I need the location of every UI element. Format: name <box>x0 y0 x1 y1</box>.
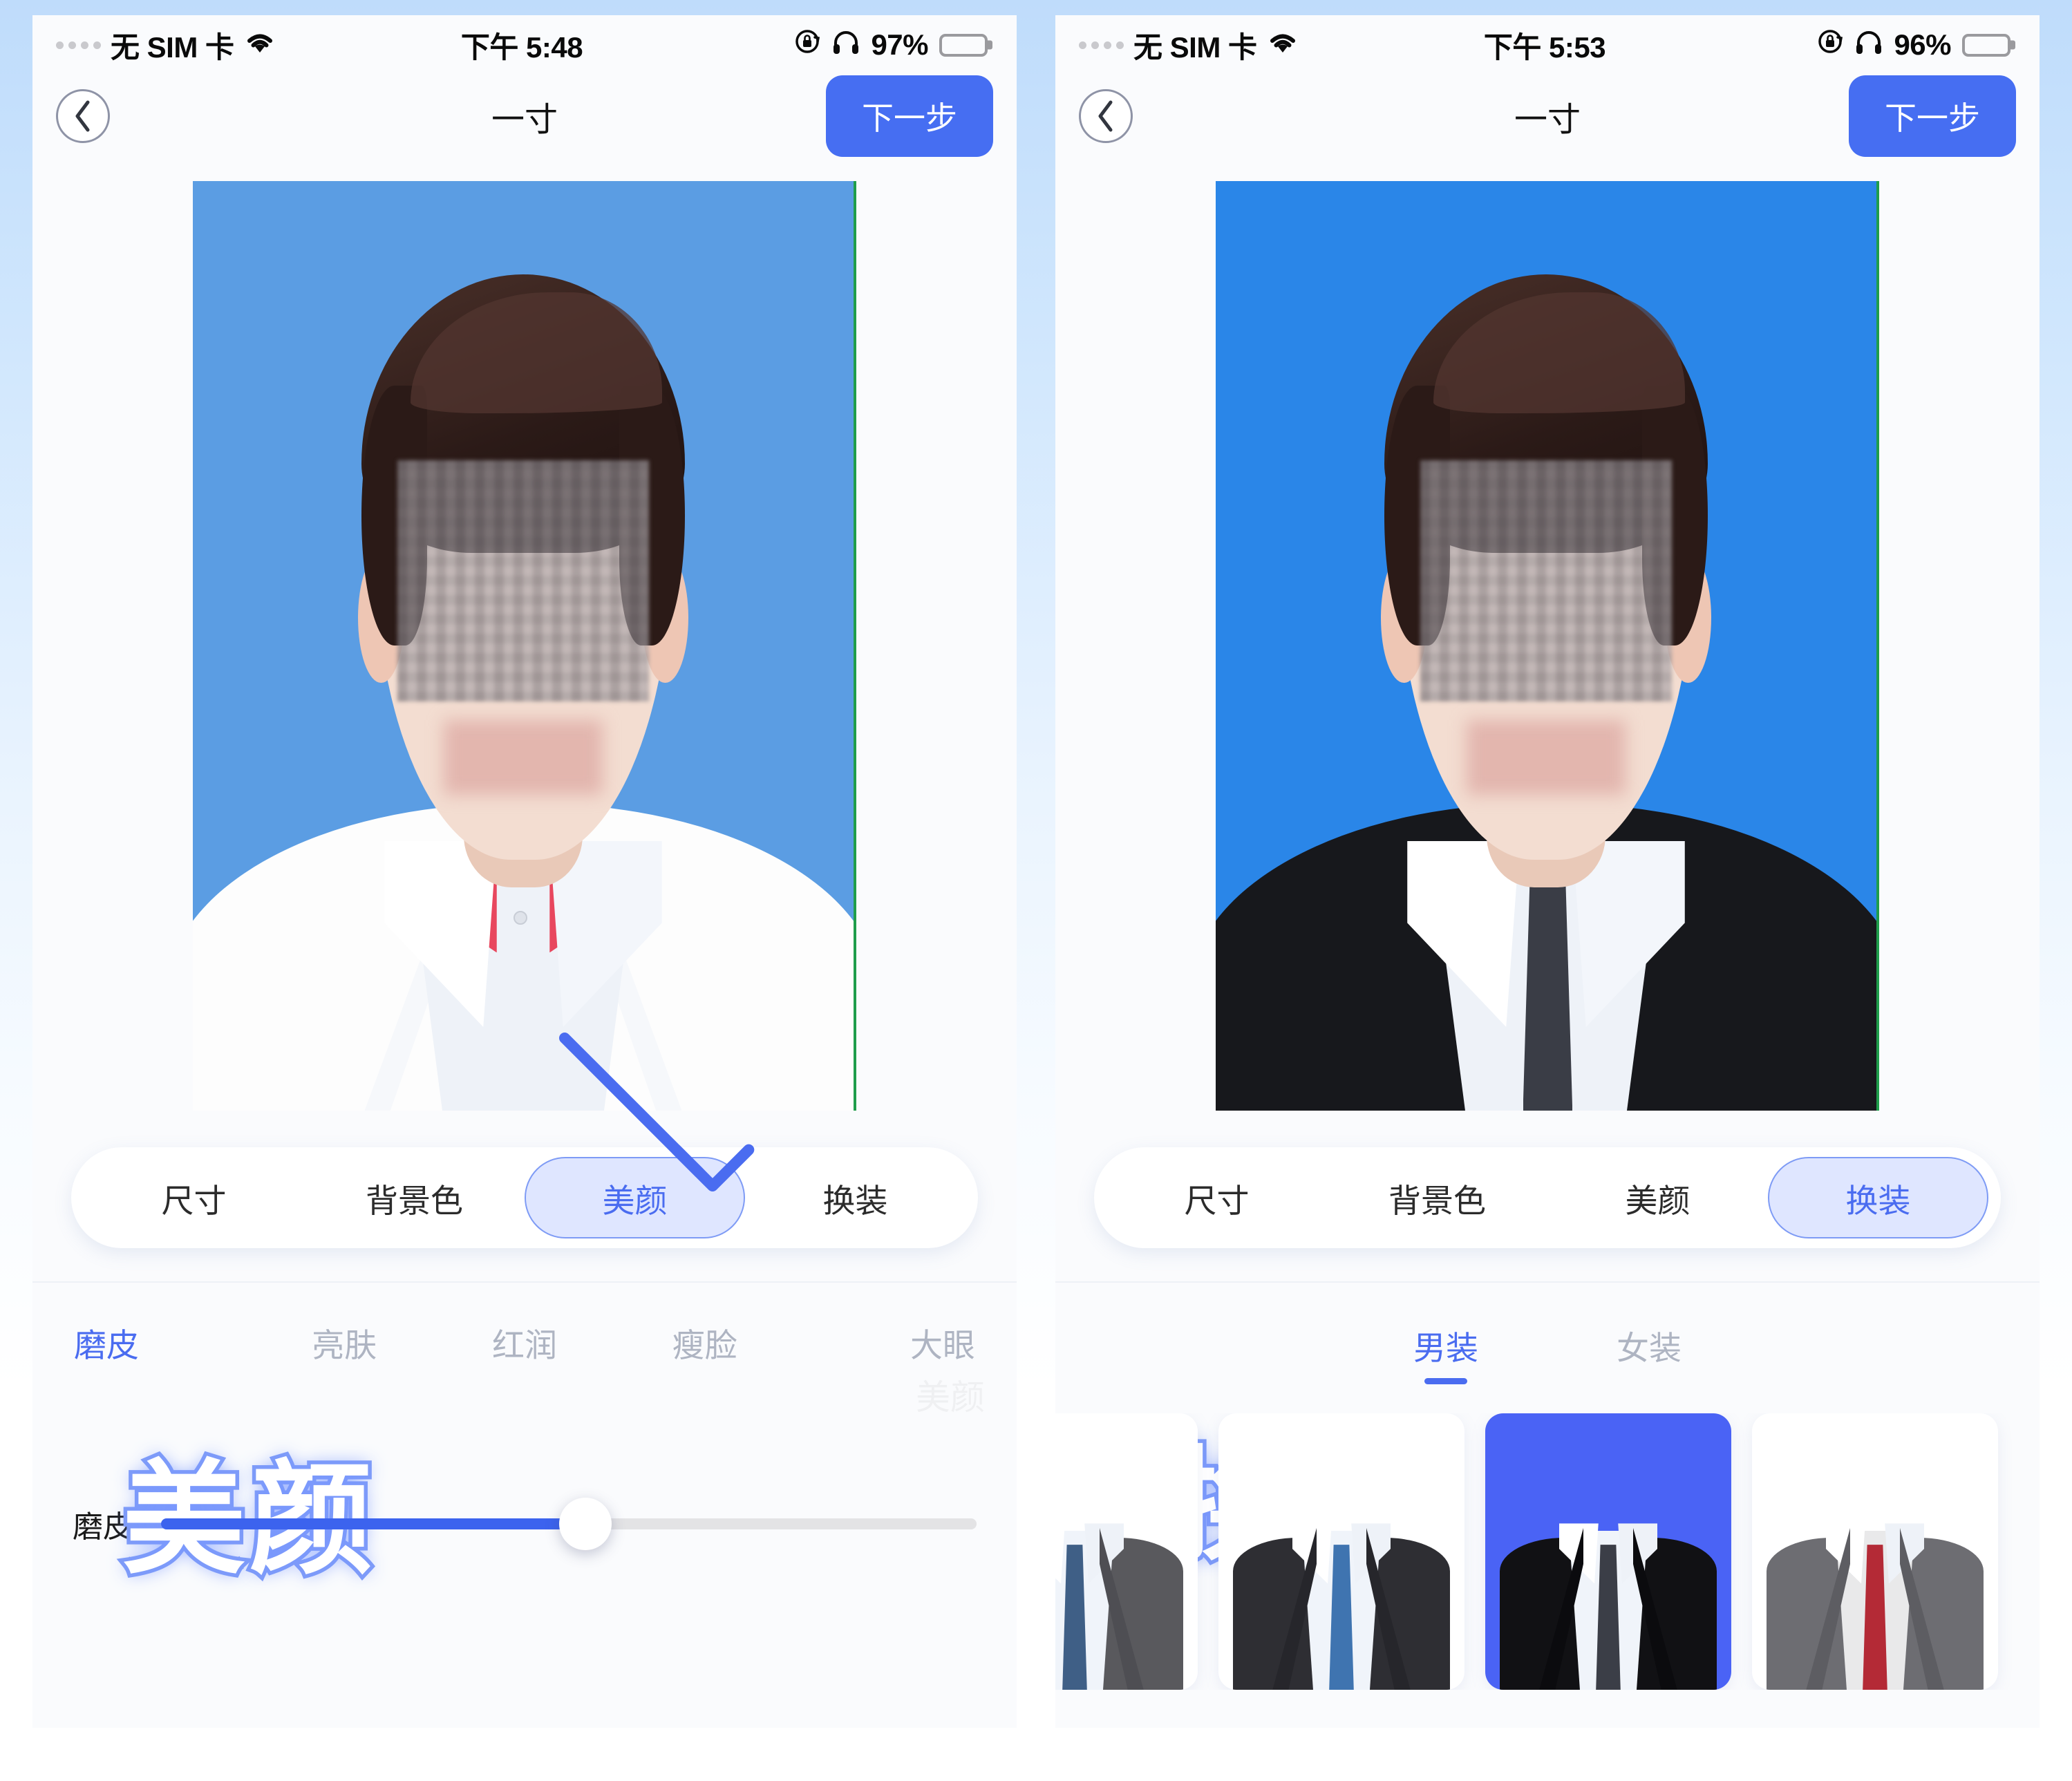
phone-screenshot-outfit: 无 SIM 卡 下午 5:53 96% 一寸 下一步 尺寸 背景色 美颜 换装 … <box>1055 15 2040 1728</box>
headphones-icon <box>1855 28 1883 62</box>
carrier-label: 无 SIM 卡 <box>111 30 234 64</box>
signal-dots-icon <box>1079 41 1124 49</box>
signal-dots-icon <box>56 41 101 49</box>
tab-outfit[interactable]: 换装 <box>745 1157 966 1238</box>
battery-icon <box>939 33 988 57</box>
photo-preview-area <box>1055 158 2040 1132</box>
status-bar: 无 SIM 卡 下午 5:48 97% <box>32 15 1017 75</box>
clock-label: 下午 5:53 <box>1483 30 1606 64</box>
wifi-icon <box>244 28 276 62</box>
subtab-rosy[interactable]: 红润 <box>435 1319 615 1366</box>
battery-icon <box>1962 33 2011 57</box>
status-bar-right: 96% <box>1605 28 2011 63</box>
chevron-left-icon <box>1094 100 1118 133</box>
tab-background-color[interactable]: 背景色 <box>1327 1157 1547 1238</box>
headphones-icon <box>832 28 860 62</box>
phone-screenshot-beauty: 无 SIM 卡 下午 5:48 97% 一寸 下一步 美颜 尺寸 背景色 美颜 … <box>32 15 1017 1728</box>
next-step-button[interactable]: 下一步 <box>1849 75 2016 157</box>
subtab-brighten[interactable]: 亮肤 <box>254 1319 435 1366</box>
slider-knob[interactable] <box>558 1498 612 1550</box>
editor-tabbar-wrap: 尺寸 背景色 美颜 换装 <box>1055 1147 2040 1248</box>
portrait-image <box>1216 181 1876 1111</box>
navigation-bar: 一寸 下一步 <box>1055 75 2040 158</box>
tab-size[interactable]: 尺寸 <box>84 1157 304 1238</box>
next-step-button[interactable]: 下一步 <box>826 75 993 157</box>
subtab-slim-face[interactable]: 瘦脸 <box>614 1319 795 1366</box>
portrait-image <box>193 181 854 1111</box>
tab-background-color[interactable]: 背景色 <box>304 1157 525 1238</box>
beauty-subtabs: 磨皮 亮肤 红润 瘦脸 大眼 <box>32 1283 1017 1366</box>
battery-percent-label: 97% <box>871 28 929 61</box>
tab-outfit[interactable]: 换装 <box>1768 1157 1988 1238</box>
rotation-lock-icon <box>793 28 821 63</box>
editor-tabbar-wrap: 尺寸 背景色 美颜 换装 <box>32 1147 1017 1248</box>
gender-tab-women[interactable]: 女装 <box>1617 1321 1682 1384</box>
battery-percent-label: 96% <box>1894 28 1952 61</box>
outfit-thumbnail[interactable] <box>1752 1413 1998 1690</box>
clock-label: 下午 5:48 <box>460 30 583 64</box>
back-button[interactable] <box>56 89 110 143</box>
subtab-big-eyes[interactable]: 大眼 <box>795 1319 975 1366</box>
navigation-bar: 一寸 下一步 <box>32 75 1017 158</box>
photo-preview-area <box>32 158 1017 1132</box>
editor-tabbar: 尺寸 背景色 美颜 换装 <box>1094 1147 2001 1248</box>
outfit-gender-tabs: 男装 女装 <box>1055 1283 2040 1384</box>
rotation-lock-icon <box>1816 28 1844 63</box>
status-bar: 无 SIM 卡 下午 5:53 96% <box>1055 15 2040 75</box>
outfit-thumbnail-selected[interactable] <box>1485 1413 1731 1690</box>
status-bar-left: 无 SIM 卡 <box>1079 24 1484 66</box>
smooth-skin-slider[interactable] <box>161 1498 977 1550</box>
status-bar-left: 无 SIM 卡 <box>56 24 461 66</box>
carrier-label: 无 SIM 卡 <box>1133 30 1257 64</box>
id-photo-frame[interactable] <box>1216 181 1879 1111</box>
subtab-smooth-skin[interactable]: 磨皮 <box>74 1319 254 1366</box>
back-button[interactable] <box>1079 89 1133 143</box>
chevron-left-icon <box>71 100 95 133</box>
face-mosaic-overlay <box>397 460 649 702</box>
status-bar-right: 97% <box>583 28 988 63</box>
gender-tab-men[interactable]: 男装 <box>1413 1321 1478 1384</box>
editor-tabbar: 尺寸 背景色 美颜 换装 <box>71 1147 978 1248</box>
tab-size[interactable]: 尺寸 <box>1106 1157 1327 1238</box>
slider-fill <box>161 1518 585 1529</box>
outfit-thumbnail[interactable] <box>1055 1413 1198 1690</box>
tab-beauty[interactable]: 美颜 <box>1547 1157 1768 1238</box>
id-photo-frame[interactable] <box>193 181 856 1111</box>
outfit-thumbnail[interactable] <box>1218 1413 1464 1690</box>
face-mosaic-overlay <box>1420 460 1672 702</box>
tab-beauty[interactable]: 美颜 <box>525 1157 745 1238</box>
wifi-icon <box>1267 28 1299 62</box>
